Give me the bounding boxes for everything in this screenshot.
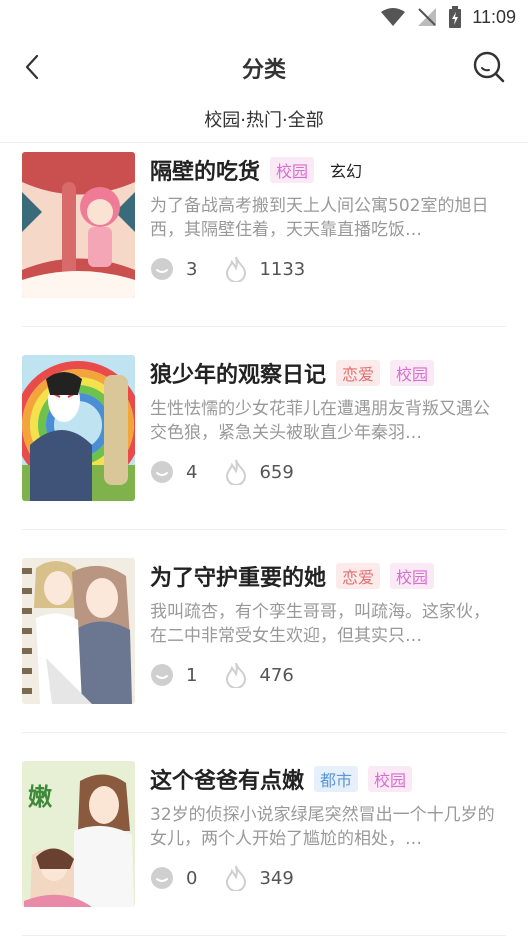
flame-icon: [226, 865, 247, 891]
comic-title: 这个爸爸有点嫩: [150, 769, 305, 794]
category-filter-label[interactable]: 校园·热门·全部: [0, 106, 528, 132]
wifi-icon: [381, 8, 406, 26]
no-signal-icon: [418, 8, 437, 26]
page-title: 分类: [241, 58, 286, 83]
comment-icon: [151, 461, 173, 483]
genre-tag: 都市: [314, 766, 359, 792]
comment-count: 1: [186, 664, 198, 686]
comic-description: 32岁的侦探小说家绿尾突然冒出一个十几岁的女儿，两个人开始了尴尬的相处，…: [150, 805, 495, 849]
genre-tag: 玄幻: [330, 162, 363, 181]
cover-title-text: 嫩: [28, 783, 53, 811]
comic-title: 为了守护重要的她: [150, 566, 327, 591]
heat-count: 659: [259, 461, 294, 483]
comment-count: 0: [186, 867, 198, 889]
battery-charging-icon: [449, 6, 462, 28]
comic-title: 狼少年的观察日记: [150, 363, 327, 388]
comic-description: 生性怯懦的少女花菲儿在遭遇朋友背叛又遇公交色狼，紧急关头被耿直少年秦羽…: [150, 399, 490, 443]
comic-list-item[interactable]: 狼少年的观察日记 恋爱 校园 生性怯懦的少女花菲儿在遭遇朋友背叛又遇公交色狼，紧…: [0, 311, 528, 530]
comic-cover-image[interactable]: [22, 152, 135, 298]
status-bar: 11:09: [0, 0, 528, 38]
comic-cover-image[interactable]: [22, 558, 135, 704]
comic-cover-image[interactable]: 嫩: [22, 761, 135, 907]
top-nav-bar: 分类: [0, 38, 528, 96]
comic-list-item[interactable]: 为了守护重要的她 恋爱 校园 我叫疏杏，有个孪生哥哥，叫疏海。这家伙，在二中非常…: [0, 514, 528, 733]
flame-icon: [226, 459, 247, 485]
comic-cover-image[interactable]: [22, 355, 135, 501]
heat-count: 349: [259, 867, 294, 889]
comic-description: 为了备战高考搬到天上人间公寓502室的旭日西，其隔壁住着，天天靠直播吃饭…: [150, 196, 489, 240]
comment-icon: [151, 258, 173, 280]
flame-icon: [226, 662, 247, 688]
comic-list-item[interactable]: 嫩 这个爸爸有点嫩 都市 校园 32岁的侦探小说家绿尾突然冒出一个十几岁的女儿，…: [0, 717, 528, 936]
genre-tag: 恋爱: [336, 360, 381, 386]
genre-tag: 校园: [390, 360, 435, 386]
search-icon[interactable]: [472, 50, 506, 84]
comic-title: 隔壁的吃货: [150, 160, 261, 185]
status-time: 11:09: [472, 6, 516, 27]
item-divider: [22, 935, 506, 936]
genre-tag: 校园: [390, 563, 435, 589]
genre-tag: 校园: [270, 157, 315, 183]
comment-count: 4: [186, 461, 198, 483]
comic-list-item[interactable]: 隔壁的吃货 校园 玄幻 为了备战高考搬到天上人间公寓502室的旭日西，其隔壁住着…: [0, 143, 528, 327]
comment-icon: [151, 664, 173, 686]
heat-count: 476: [259, 664, 294, 686]
comment-icon: [151, 867, 173, 889]
comic-description: 我叫疏杏，有个孪生哥哥，叫疏海。这家伙，在二中非常受女生欢迎，但其实只…: [150, 602, 490, 646]
flame-icon: [226, 256, 247, 282]
comment-count: 3: [186, 258, 198, 280]
genre-tag: 恋爱: [336, 563, 381, 589]
heat-count: 1133: [259, 258, 306, 280]
genre-tag: 校园: [368, 766, 413, 792]
comic-list: 隔壁的吃货 校园 玄幻 为了备战高考搬到天上人间公寓502室的旭日西，其隔壁住着…: [0, 143, 528, 940]
